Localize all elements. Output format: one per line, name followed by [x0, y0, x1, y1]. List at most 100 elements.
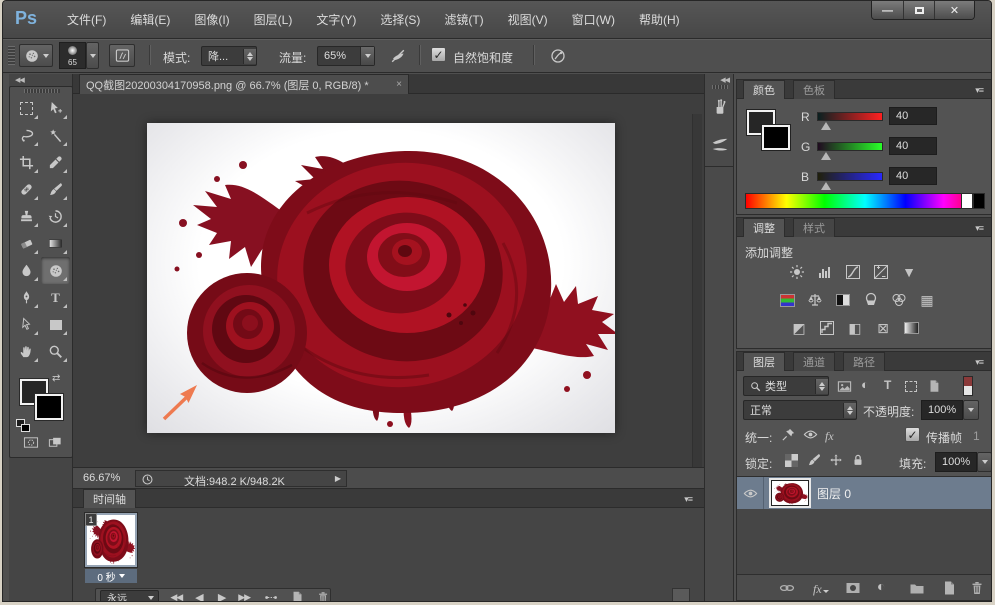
swap-colors-icon[interactable]: ⇄: [52, 373, 60, 384]
tool-healing-brush[interactable]: [12, 176, 41, 203]
color-panel-menu-icon[interactable]: ▾≡: [975, 85, 983, 96]
menu-image[interactable]: 图像(I): [182, 1, 241, 39]
adj-gradient-map[interactable]: [899, 318, 923, 338]
adj-color-lookup[interactable]: ▦: [915, 290, 939, 310]
layer-name[interactable]: 图层 0: [817, 485, 851, 502]
fill-dropdown-button[interactable]: [977, 452, 992, 472]
menu-layer[interactable]: 图层(L): [242, 1, 305, 39]
filter-kind-type[interactable]: T: [884, 378, 891, 392]
layer-row-selected[interactable]: 图层 0: [737, 477, 991, 509]
new-adjustment-layer-button[interactable]: ◐: [877, 578, 885, 594]
layer-visibility-toggle[interactable]: [737, 486, 763, 501]
adj-curves[interactable]: [841, 262, 865, 282]
blue-slider-thumb[interactable]: [821, 182, 831, 190]
tab-layers[interactable]: 图层: [743, 352, 785, 371]
layer-style-button[interactable]: fx: [813, 580, 829, 598]
fill-field[interactable]: 100%: [935, 452, 977, 472]
timeline-panel-menu-icon[interactable]: ▾≡: [684, 494, 692, 505]
status-menu-arrow-icon[interactable]: ▶: [335, 474, 341, 483]
opacity-field[interactable]: 100%: [921, 400, 963, 420]
mode-dropdown[interactable]: 降...: [201, 46, 257, 66]
tool-eraser[interactable]: [12, 230, 41, 257]
adj-threshold[interactable]: ◧: [843, 318, 867, 338]
adj-black-white[interactable]: [831, 290, 855, 310]
tab-timeline[interactable]: 时间轴: [83, 489, 136, 508]
adj-hue-saturation[interactable]: [775, 290, 799, 310]
unify-style-button[interactable]: fx: [825, 427, 834, 445]
adj-vibrance[interactable]: ▼: [897, 262, 921, 282]
next-frame-button[interactable]: ▶▶: [233, 592, 256, 602]
propagate-checkbox[interactable]: ✓: [905, 427, 920, 442]
menu-select[interactable]: 选择(S): [368, 1, 432, 39]
new-layer-button[interactable]: [941, 580, 957, 596]
adj-color-balance[interactable]: [803, 290, 827, 310]
adj-posterize[interactable]: [815, 318, 839, 338]
adj-invert[interactable]: ◩: [787, 318, 811, 338]
tools-drag-handle[interactable]: [24, 89, 60, 93]
adj-brightness-contrast[interactable]: [785, 262, 809, 282]
close-button[interactable]: ✕: [934, 1, 974, 20]
timeline-scrollbar[interactable]: [672, 588, 690, 602]
adj-photo-filter[interactable]: [859, 290, 883, 310]
pressure-toggle-button[interactable]: [545, 44, 571, 67]
tool-hand[interactable]: [12, 338, 41, 365]
adj-exposure[interactable]: [869, 262, 893, 282]
delete-layer-button[interactable]: [969, 580, 985, 596]
screen-mode-button[interactable]: [46, 435, 64, 450]
add-mask-button[interactable]: [845, 580, 861, 596]
menu-help[interactable]: 帮助(H): [627, 1, 692, 39]
menu-view[interactable]: 视图(V): [496, 1, 560, 39]
filter-kind-image[interactable]: [837, 379, 852, 394]
menu-type[interactable]: 文字(Y): [304, 1, 368, 39]
background-color-swatch[interactable]: [35, 394, 63, 420]
frame-delay-selector[interactable]: 0 秒: [85, 569, 137, 583]
brush-panel-button[interactable]: [708, 132, 732, 158]
tool-shape[interactable]: [41, 311, 70, 338]
layer-thumbnail[interactable]: [771, 480, 809, 506]
adj-levels[interactable]: [813, 262, 837, 282]
spectrum-white-swatch[interactable]: [961, 193, 973, 209]
tool-crop[interactable]: [12, 149, 41, 176]
tab-swatches[interactable]: 色板: [793, 80, 835, 99]
canvas-vertical-scrollbar[interactable]: [692, 114, 702, 487]
tab-styles[interactable]: 样式: [793, 218, 835, 237]
tool-eyedropper[interactable]: [41, 149, 70, 176]
tool-type[interactable]: T: [41, 284, 70, 311]
tool-pen[interactable]: [12, 284, 41, 311]
tool-blur[interactable]: [12, 257, 41, 284]
layers-panel-menu-icon[interactable]: ▾≡: [975, 357, 983, 368]
tool-zoom[interactable]: [41, 338, 70, 365]
document-tab[interactable]: QQ截图20200304170958.png @ 66.7% (图层 0, RG…: [79, 74, 409, 94]
tool-path-select[interactable]: [12, 311, 41, 338]
tool-brush[interactable]: [41, 176, 70, 203]
play-button[interactable]: ▶: [210, 591, 233, 602]
tween-icon[interactable]: [264, 590, 278, 602]
adj-channel-mixer[interactable]: [887, 290, 911, 310]
green-slider-thumb[interactable]: [821, 152, 831, 160]
spectrum-black-swatch[interactable]: [973, 193, 985, 209]
delete-frame-icon[interactable]: [316, 590, 330, 602]
toggle-brush-panel-button[interactable]: [109, 44, 135, 67]
menu-window[interactable]: 窗口(W): [560, 1, 627, 39]
lock-pixels-button[interactable]: [807, 453, 821, 467]
quick-mask-button[interactable]: [22, 435, 40, 450]
default-colors-icon[interactable]: [16, 419, 32, 433]
tab-channels[interactable]: 通道: [793, 352, 835, 371]
menu-file[interactable]: 文件(F): [55, 1, 118, 39]
green-value-field[interactable]: 40: [889, 137, 937, 155]
collapse-tools-icon[interactable]: ◀◀: [15, 76, 24, 84]
filter-kind-adjustment[interactable]: ◐: [861, 377, 869, 392]
brush-size-dropdown[interactable]: [86, 42, 99, 69]
tool-clone-stamp[interactable]: [12, 203, 41, 230]
blend-mode-dropdown[interactable]: 正常: [743, 400, 857, 420]
lock-all-button[interactable]: [851, 453, 865, 467]
tool-gradient[interactable]: [41, 230, 70, 257]
duplicate-frame-icon[interactable]: [290, 590, 304, 602]
red-slider[interactable]: [817, 112, 883, 121]
tab-color[interactable]: 颜色: [743, 80, 785, 99]
airbrush-toggle-button[interactable]: [385, 44, 411, 67]
new-group-button[interactable]: [909, 580, 925, 596]
lock-position-button[interactable]: [829, 453, 843, 467]
filter-kind-shape[interactable]: [905, 381, 917, 392]
previous-frame-button[interactable]: ◀: [188, 591, 211, 602]
